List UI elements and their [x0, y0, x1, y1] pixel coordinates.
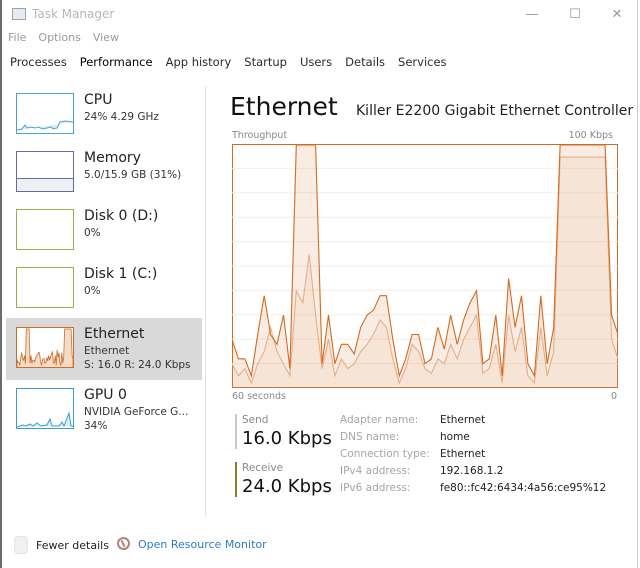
fewer-details-button[interactable]: Fewer details [36, 539, 109, 552]
resource-monitor-icon [117, 537, 130, 550]
graph-label-max: 100 Kbps [568, 130, 613, 141]
sidebar-divider[interactable] [205, 86, 206, 516]
menu-view[interactable]: View [93, 31, 119, 49]
property-row: Adapter name: Ethernet [340, 414, 606, 431]
menu-bar: File Options View [8, 31, 119, 49]
property-key: Adapter name: [340, 414, 419, 426]
sidebar-item-ethernet[interactable]: Ethernet Ethernet S: 16.0 R: 24.0 Kbps [6, 318, 202, 380]
memory-usage-fill [17, 178, 73, 191]
sidebar-item-detail: NVIDIA GeForce G... [84, 406, 189, 418]
sidebar-item-cpu[interactable]: CPU 24% 4.29 GHz [6, 86, 202, 143]
graph-label-timespan: 60 seconds [232, 391, 286, 402]
tab-users[interactable]: Users [292, 52, 337, 74]
sidebar-item-disk-0[interactable]: Disk 0 (D:) 0% [6, 202, 202, 259]
sidebar-item-title: Ethernet [84, 326, 145, 342]
sidebar-item-rates: S: 16.0 R: 24.0 Kbps [84, 359, 191, 371]
window-title: Task Manager [32, 7, 115, 21]
tab-performance[interactable]: Performance [72, 52, 158, 74]
send-label: Send [242, 414, 269, 426]
gpu-thumbnail-graph [16, 388, 74, 429]
sidebar-item-detail: 5.0/15.9 GB (31%) [84, 169, 182, 181]
task-manager-window: Task Manager — ☐ ✕ File Options View Pro… [0, 0, 638, 568]
graph-label-zero: 0 [611, 391, 618, 402]
property-key: DNS name: [340, 431, 400, 443]
open-resource-monitor-link[interactable]: Open Resource Monitor [138, 538, 267, 551]
receive-stat: Receive 24.0 Kbps [235, 462, 332, 497]
send-value: 16.0 Kbps [242, 428, 332, 449]
ethernet-thumbnail-graph [16, 327, 74, 368]
tab-details[interactable]: Details [337, 52, 390, 74]
property-row: DNS name: home [340, 431, 606, 448]
property-value: home [440, 431, 470, 443]
disk0-thumbnail-graph [16, 209, 74, 250]
sidebar-item-memory[interactable]: Memory 5.0/15.9 GB (31%) [6, 144, 202, 201]
task-manager-app-icon [12, 8, 26, 20]
property-value: Ethernet [440, 414, 486, 426]
throughput-graph [232, 144, 618, 388]
sidebar-item-title: CPU [84, 92, 113, 108]
sidebar-item-detail: 0% [84, 285, 101, 297]
cpu-usage-line [17, 120, 73, 131]
property-value: fe80::fc42:6434:4a56:ce95%12 [440, 482, 607, 494]
chevron-up-icon[interactable] [14, 536, 28, 554]
property-row: Connection type: Ethernet [340, 448, 606, 465]
sidebar-item-title: GPU 0 [84, 387, 127, 403]
property-value: 192.168.1.2 [440, 465, 504, 477]
sidebar-item-detail: 24% 4.29 GHz [84, 111, 159, 123]
maximize-button[interactable]: ☐ [560, 6, 590, 24]
performance-sidebar: CPU 24% 4.29 GHz Memory 5.0/15.9 GB (31%… [6, 86, 202, 442]
cpu-thumbnail-graph [16, 93, 74, 134]
gpu-usage-line [17, 411, 73, 428]
sidebar-item-detail: Ethernet [84, 345, 130, 357]
sidebar-item-title: Memory [84, 150, 141, 166]
sidebar-item-title: Disk 0 (D:) [84, 208, 159, 224]
property-value: Ethernet [440, 448, 486, 460]
title-bar: Task Manager — ☐ ✕ [2, 0, 637, 30]
receive-value: 24.0 Kbps [242, 476, 332, 497]
sidebar-item-title: Disk 1 (C:) [84, 266, 158, 282]
adapter-properties: Adapter name: Ethernet DNS name: home Co… [340, 414, 606, 499]
memory-thumbnail-graph [16, 151, 74, 192]
tab-processes[interactable]: Processes [2, 52, 72, 74]
tab-services[interactable]: Services [390, 52, 452, 74]
property-key: Connection type: [340, 448, 430, 460]
close-button[interactable]: ✕ [602, 6, 632, 24]
property-key: IPv4 address: [340, 465, 411, 477]
tab-bar: Processes Performance App history Startu… [2, 52, 452, 74]
disk1-thumbnail-graph [16, 267, 74, 308]
footer: Fewer details Open Resource Monitor [2, 530, 637, 560]
graph-label-throughput: Throughput [232, 130, 288, 141]
page-title: Ethernet [230, 92, 338, 121]
sidebar-item-disk-1[interactable]: Disk 1 (C:) 0% [6, 260, 202, 317]
tab-startup[interactable]: Startup [236, 52, 292, 74]
ethernet-thumbnail-line [17, 328, 73, 367]
property-row: IPv4 address: 192.168.1.2 [340, 465, 606, 482]
minimize-button[interactable]: — [517, 6, 547, 24]
sidebar-item-detail: 0% [84, 227, 101, 239]
menu-options[interactable]: Options [38, 31, 80, 49]
sidebar-item-usage: 34% [84, 420, 108, 432]
receive-label: Receive [242, 462, 284, 474]
sidebar-item-gpu-0[interactable]: GPU 0 NVIDIA GeForce G... 34% [6, 381, 202, 441]
send-stat: Send 16.0 Kbps [235, 414, 332, 449]
property-key: IPv6 address: [340, 482, 411, 494]
adapter-name: Killer E2200 Gigabit Ethernet Controller [356, 103, 634, 119]
property-row: IPv6 address: fe80::fc42:6434:4a56:ce95%… [340, 482, 606, 499]
menu-file[interactable]: File [8, 31, 26, 49]
tab-app-history[interactable]: App history [158, 52, 237, 74]
